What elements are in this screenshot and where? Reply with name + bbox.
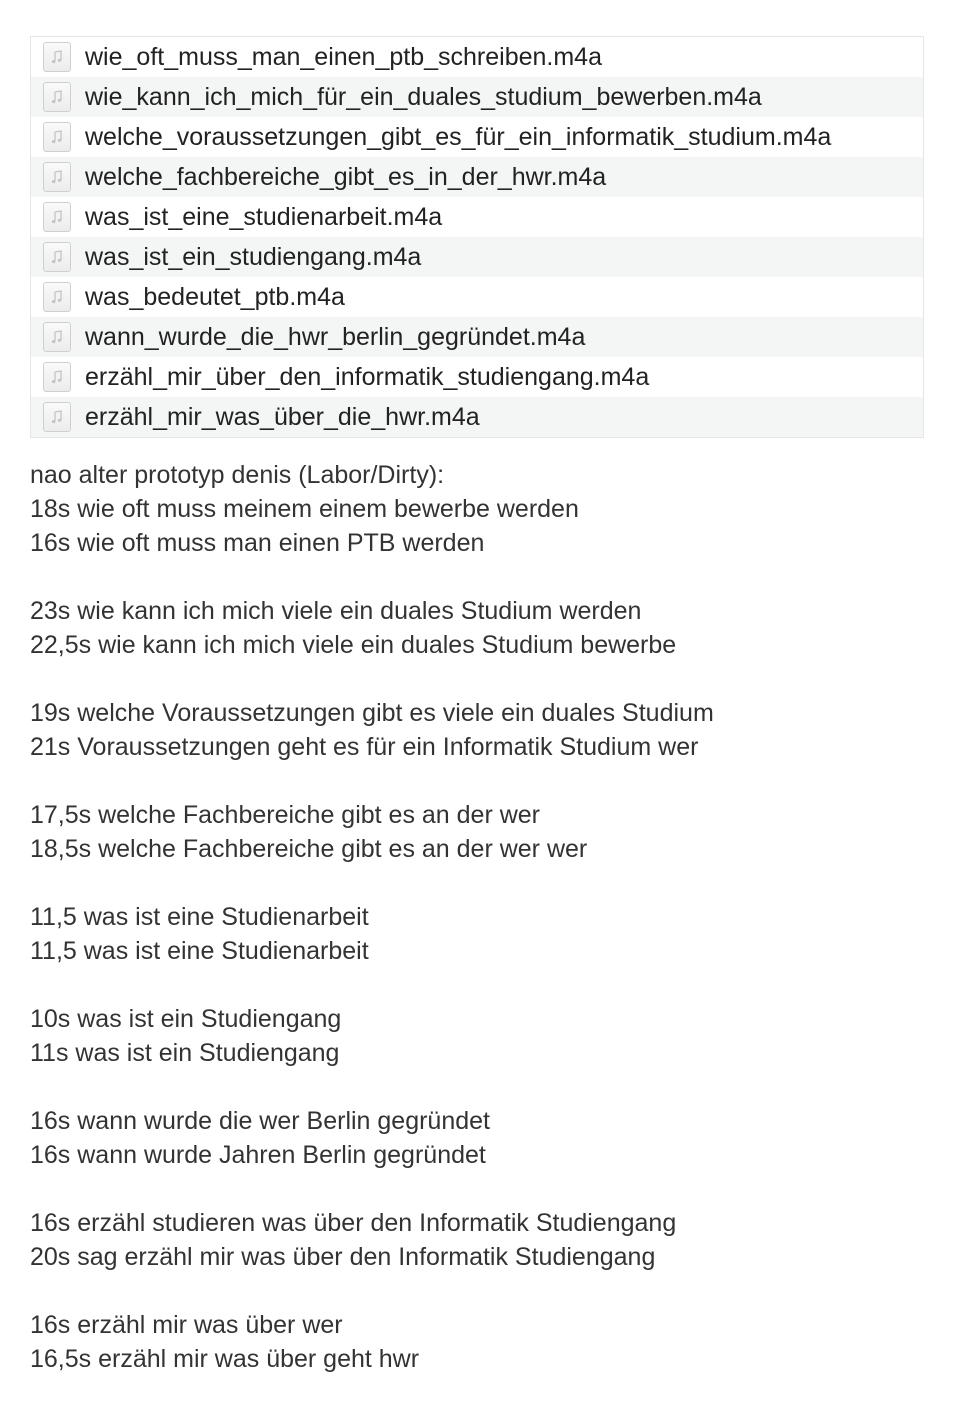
file-row[interactable]: erzähl_mir_über_den_informatik_studienga… (31, 357, 923, 397)
audio-file-icon (43, 122, 71, 152)
audio-file-icon (43, 402, 71, 432)
note-line: 21s Voraussetzungen geht es für ein Info… (30, 733, 699, 761)
note-line: 16s erzähl mir was über wer (30, 1311, 343, 1339)
file-name: erzähl_mir_über_den_informatik_studienga… (85, 363, 650, 391)
file-row[interactable]: wie_kann_ich_mich_für_ein_duales_studium… (31, 77, 923, 117)
audio-file-list: wie_oft_muss_man_einen_ptb_schreiben.m4a… (30, 36, 924, 438)
audio-file-icon (43, 162, 71, 192)
note-line: 16s wann wurde die wer Berlin gegründet (30, 1107, 490, 1135)
file-row[interactable]: was_bedeutet_ptb.m4a (31, 277, 923, 317)
note-line: 23s wie kann ich mich viele ein duales S… (30, 597, 642, 625)
file-row[interactable]: erzähl_mir_was_über_die_hwr.m4a (31, 397, 923, 437)
file-name: wie_kann_ich_mich_für_ein_duales_studium… (85, 83, 762, 111)
file-name: erzähl_mir_was_über_die_hwr.m4a (85, 403, 480, 431)
note-line: 16s erzähl studieren was über den Inform… (30, 1209, 677, 1237)
note-group: 16s erzähl studieren was über den Inform… (30, 1206, 950, 1274)
audio-file-icon (43, 202, 71, 232)
note-line: 11,5 was ist eine Studienarbeit (30, 903, 369, 931)
audio-file-icon (43, 42, 71, 72)
audio-file-icon (43, 322, 71, 352)
file-row[interactable]: wie_oft_muss_man_einen_ptb_schreiben.m4a (31, 37, 923, 77)
file-name: was_bedeutet_ptb.m4a (85, 283, 345, 311)
file-row[interactable]: welche_fachbereiche_gibt_es_in_der_hwr.m… (31, 157, 923, 197)
note-line: 16s wie oft muss man einen PTB werden (30, 529, 485, 557)
file-name: was_ist_ein_studiengang.m4a (85, 243, 422, 271)
notes-text[interactable]: nao alter prototyp denis (Labor/Dirty): … (30, 458, 950, 1376)
file-name: was_ist_eine_studienarbeit.m4a (85, 203, 443, 231)
notes-heading: nao alter prototyp denis (Labor/Dirty): (30, 461, 445, 489)
note-group: 11,5 was ist eine Studienarbeit 11,5 was… (30, 900, 950, 968)
note-group: 18s wie oft muss meinem einem bewerbe we… (30, 492, 950, 560)
note-line: 16s wann wurde Jahren Berlin gegründet (30, 1141, 486, 1169)
note-group: 10s was ist ein Studiengang 11s was ist … (30, 1002, 950, 1070)
audio-file-icon (43, 82, 71, 112)
note-line: 20s sag erzähl mir was über den Informat… (30, 1243, 656, 1271)
audio-file-icon (43, 362, 71, 392)
note-group: 23s wie kann ich mich viele ein duales S… (30, 594, 950, 662)
file-name: wie_oft_muss_man_einen_ptb_schreiben.m4a (85, 43, 602, 71)
note-line: 10s was ist ein Studiengang (30, 1005, 342, 1033)
file-name: wann_wurde_die_hwr_berlin_gegründet.m4a (85, 323, 586, 351)
audio-file-icon (43, 282, 71, 312)
note-line: 18s wie oft muss meinem einem bewerbe we… (30, 495, 579, 523)
note-line: 16,5s erzähl mir was über geht hwr (30, 1345, 420, 1373)
note-group: 19s welche Voraussetzungen gibt es viele… (30, 696, 950, 764)
note-line: 17,5s welche Fachbereiche gibt es an der… (30, 801, 541, 829)
note-line: 11,5 was ist eine Studienarbeit (30, 937, 369, 965)
file-name: welche_fachbereiche_gibt_es_in_der_hwr.m… (85, 163, 607, 191)
audio-file-icon (43, 242, 71, 272)
note-group: 16s erzähl mir was über wer 16,5s erzähl… (30, 1308, 950, 1376)
file-row[interactable]: wann_wurde_die_hwr_berlin_gegründet.m4a (31, 317, 923, 357)
note-group: 17,5s welche Fachbereiche gibt es an der… (30, 798, 950, 866)
note-line: 22,5s wie kann ich mich viele ein duales… (30, 631, 677, 659)
note-line: 18,5s welche Fachbereiche gibt es an der… (30, 835, 588, 863)
note-line: 11s was ist ein Studiengang (30, 1039, 340, 1067)
file-row[interactable]: was_ist_ein_studiengang.m4a (31, 237, 923, 277)
file-row[interactable]: was_ist_eine_studienarbeit.m4a (31, 197, 923, 237)
file-row[interactable]: welche_voraussetzungen_gibt_es_für_ein_i… (31, 117, 923, 157)
note-line: 19s welche Voraussetzungen gibt es viele… (30, 699, 714, 727)
note-group: 16s wann wurde die wer Berlin gegründet … (30, 1104, 950, 1172)
file-name: welche_voraussetzungen_gibt_es_für_ein_i… (85, 123, 832, 151)
